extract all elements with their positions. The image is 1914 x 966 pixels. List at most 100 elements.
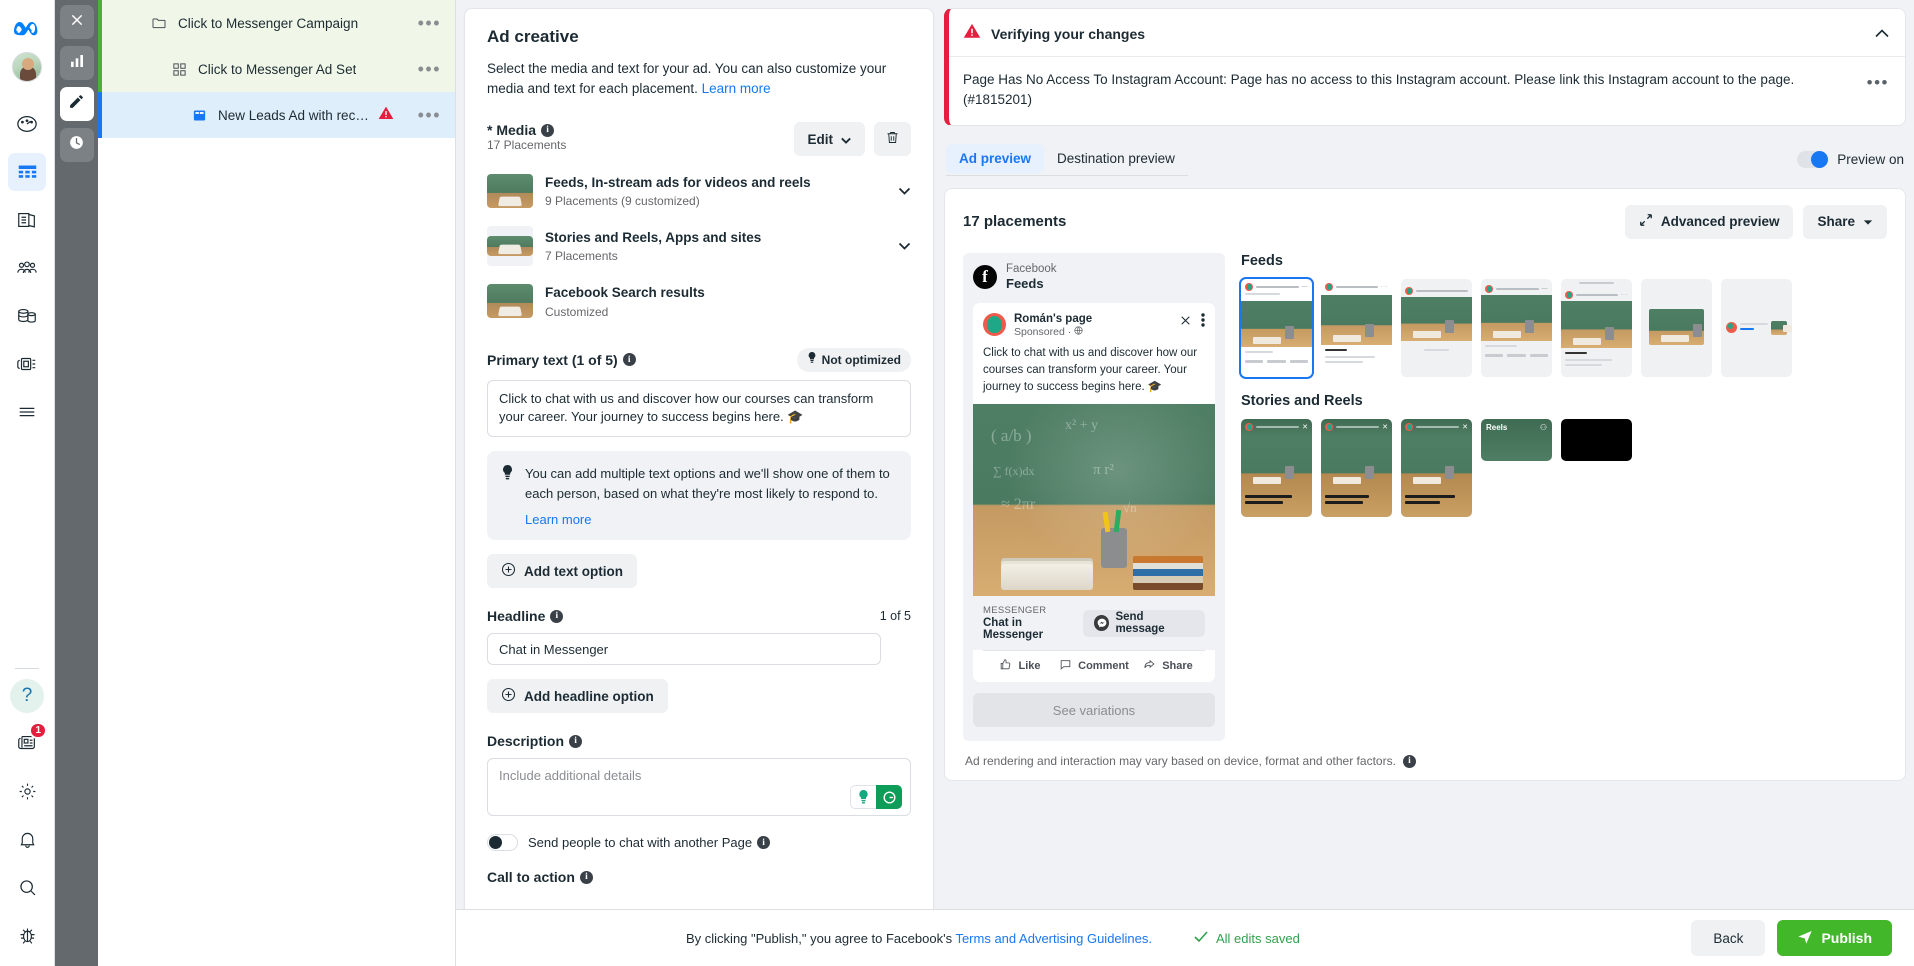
sidebar-item-audiences[interactable] xyxy=(8,249,46,287)
sidebar-item-performance[interactable] xyxy=(8,105,46,143)
placement-thumbnail[interactable]: ✕ xyxy=(1241,418,1312,517)
sidebar-item-settings[interactable] xyxy=(8,772,46,810)
help-button[interactable]: ? xyxy=(10,679,44,713)
sidebar-item-notifications[interactable] xyxy=(8,820,46,858)
tree-row-adset[interactable]: Click to Messenger Ad Set ••• xyxy=(98,46,455,92)
placement-thumbnail[interactable] xyxy=(1401,278,1472,377)
media-item-stories[interactable]: Stories and Reels, Apps and sites 7 Plac… xyxy=(487,217,911,275)
info-icon[interactable]: i xyxy=(1402,754,1416,768)
placement-thumbnail[interactable]: ✕ xyxy=(1401,418,1472,517)
media-item-name: Stories and Reels, Apps and sites xyxy=(545,230,762,246)
media-item-search[interactable]: Facebook Search results Customized xyxy=(487,275,911,327)
placement-thumbnail[interactable]: ··· xyxy=(1321,278,1392,377)
sidebar-item-all-tools[interactable] xyxy=(8,393,46,431)
tip-learn-more-link[interactable]: Learn more xyxy=(525,512,897,527)
meta-logo[interactable] xyxy=(7,10,47,44)
adset-more-button[interactable]: ••• xyxy=(410,60,441,78)
nav-divider xyxy=(15,668,39,669)
placement-thumbnail[interactable]: ··· xyxy=(1561,278,1632,377)
another-page-toggle[interactable] xyxy=(487,834,518,852)
see-variations-button[interactable]: See variations xyxy=(973,693,1215,728)
tree-row-label: Click to Messenger Campaign xyxy=(178,15,359,31)
primary-text-input[interactable]: Click to chat with us and discover how o… xyxy=(487,379,911,438)
share-button[interactable]: Share xyxy=(1803,204,1887,239)
info-icon[interactable]: i xyxy=(622,353,636,367)
tree-row-campaign[interactable]: Click to Messenger Campaign ••• xyxy=(98,0,455,46)
primary-text-label: Primary text (1 of 5) xyxy=(487,351,618,368)
info-icon[interactable]: i xyxy=(579,870,593,884)
media-placements-count: 17 Placements xyxy=(487,138,567,153)
save-status-label: All edits saved xyxy=(1216,930,1300,946)
edit-button[interactable] xyxy=(59,87,94,121)
footnote-text: Ad rendering and interaction may vary ba… xyxy=(965,754,1396,769)
campaign-more-button[interactable]: ••• xyxy=(410,14,441,32)
tree-row-ad[interactable]: New Leads Ad with recomme… ••• xyxy=(98,92,455,138)
placement-thumbnail[interactable] xyxy=(1721,278,1792,377)
alert-header[interactable]: Verifying your changes xyxy=(949,9,1905,56)
placement-thumbnail[interactable]: — xyxy=(1239,276,1314,379)
sidebar-item-campaigns[interactable] xyxy=(8,153,46,191)
media-delete-button[interactable] xyxy=(874,122,911,157)
sidebar-item-news[interactable]: 1 xyxy=(8,722,47,762)
charts-button[interactable] xyxy=(59,46,94,80)
grammarly-widget[interactable] xyxy=(850,785,902,810)
creative-learn-more-link[interactable]: Learn more xyxy=(702,81,771,96)
chevron-down-icon[interactable] xyxy=(898,182,911,200)
avatar[interactable] xyxy=(12,52,42,82)
back-button[interactable]: Back xyxy=(1691,920,1766,956)
info-icon[interactable]: i xyxy=(569,734,583,748)
media-edit-button[interactable]: Edit xyxy=(793,122,865,157)
mock-post: Román's page Sponsored · Click to chat w… xyxy=(973,303,1215,683)
legal-prefix: By clicking "Publish," you agree to Face… xyxy=(686,930,956,946)
ad-error-icon[interactable] xyxy=(378,105,394,126)
placement-thumbnail[interactable] xyxy=(1561,418,1632,461)
history-button[interactable] xyxy=(59,128,94,162)
ad-creative-column: Ad creative Select the media and text fo… xyxy=(456,0,934,966)
publish-button[interactable]: Publish xyxy=(1777,920,1892,956)
comment-icon xyxy=(1059,658,1072,674)
ad-more-button[interactable]: ••• xyxy=(410,106,441,124)
media-item-feeds[interactable]: Feeds, In-stream ads for videos and reel… xyxy=(487,165,911,217)
like-action[interactable]: Like xyxy=(983,658,1057,674)
tree-row-label: New Leads Ad with recomme… xyxy=(218,107,373,123)
mock-image-books xyxy=(1133,556,1203,591)
info-icon[interactable]: i xyxy=(550,609,564,623)
send-message-button[interactable]: Send message xyxy=(1082,609,1205,637)
tab-ad-preview[interactable]: Ad preview xyxy=(946,143,1045,173)
chevron-up-icon[interactable] xyxy=(1875,25,1889,43)
messenger-icon xyxy=(1093,615,1110,632)
share-action[interactable]: Share xyxy=(1131,658,1205,674)
info-icon[interactable]: i xyxy=(757,836,771,850)
comment-action[interactable]: Comment xyxy=(1057,658,1131,674)
sidebar-item-assets[interactable] xyxy=(8,345,46,383)
description-input[interactable]: Include additional details xyxy=(487,758,911,817)
grammarly-suggestion-icon[interactable] xyxy=(850,785,876,810)
sidebar-item-billing[interactable] xyxy=(8,297,46,335)
legal-link[interactable]: Terms and Advertising Guidelines. xyxy=(955,931,1152,946)
sidebar-item-search[interactable] xyxy=(8,868,46,906)
chevron-down-icon[interactable] xyxy=(898,237,911,255)
add-headline-option-button[interactable]: Add headline option xyxy=(487,679,668,714)
grammarly-logo-icon[interactable] xyxy=(876,785,902,810)
cta-headline: Chat in Messenger xyxy=(983,617,1044,642)
headline-input[interactable]: Chat in Messenger xyxy=(487,633,881,666)
sidebar-item-report-bug[interactable] xyxy=(8,916,46,954)
tab-destination-preview[interactable]: Destination preview xyxy=(1044,144,1188,173)
placement-thumbnail[interactable] xyxy=(1641,278,1712,377)
add-text-option-button[interactable]: Add text option xyxy=(487,554,637,589)
placement-thumbnail[interactable]: ✕ xyxy=(1321,418,1392,517)
plus-circle-icon xyxy=(501,562,516,580)
add-text-option-label: Add text option xyxy=(524,563,623,579)
close-editor-button[interactable] xyxy=(59,5,94,39)
stories-thumbnails: ✕ ✕ ✕ Reels ⚇ xyxy=(1241,418,1887,517)
close-icon[interactable] xyxy=(1179,314,1192,332)
sidebar-item-pages[interactable] xyxy=(8,201,46,239)
preview-toggle[interactable] xyxy=(1797,151,1829,168)
advanced-preview-button[interactable]: Advanced preview xyxy=(1624,204,1794,239)
placement-thumbnail[interactable]: — xyxy=(1481,278,1552,377)
kebab-menu-icon[interactable] xyxy=(1201,313,1205,332)
info-icon[interactable]: i xyxy=(541,123,555,137)
alert-more-button[interactable]: ••• xyxy=(1867,74,1889,91)
placement-thumbnail[interactable]: Reels ⚇ xyxy=(1481,418,1552,461)
send-icon xyxy=(1797,929,1813,948)
